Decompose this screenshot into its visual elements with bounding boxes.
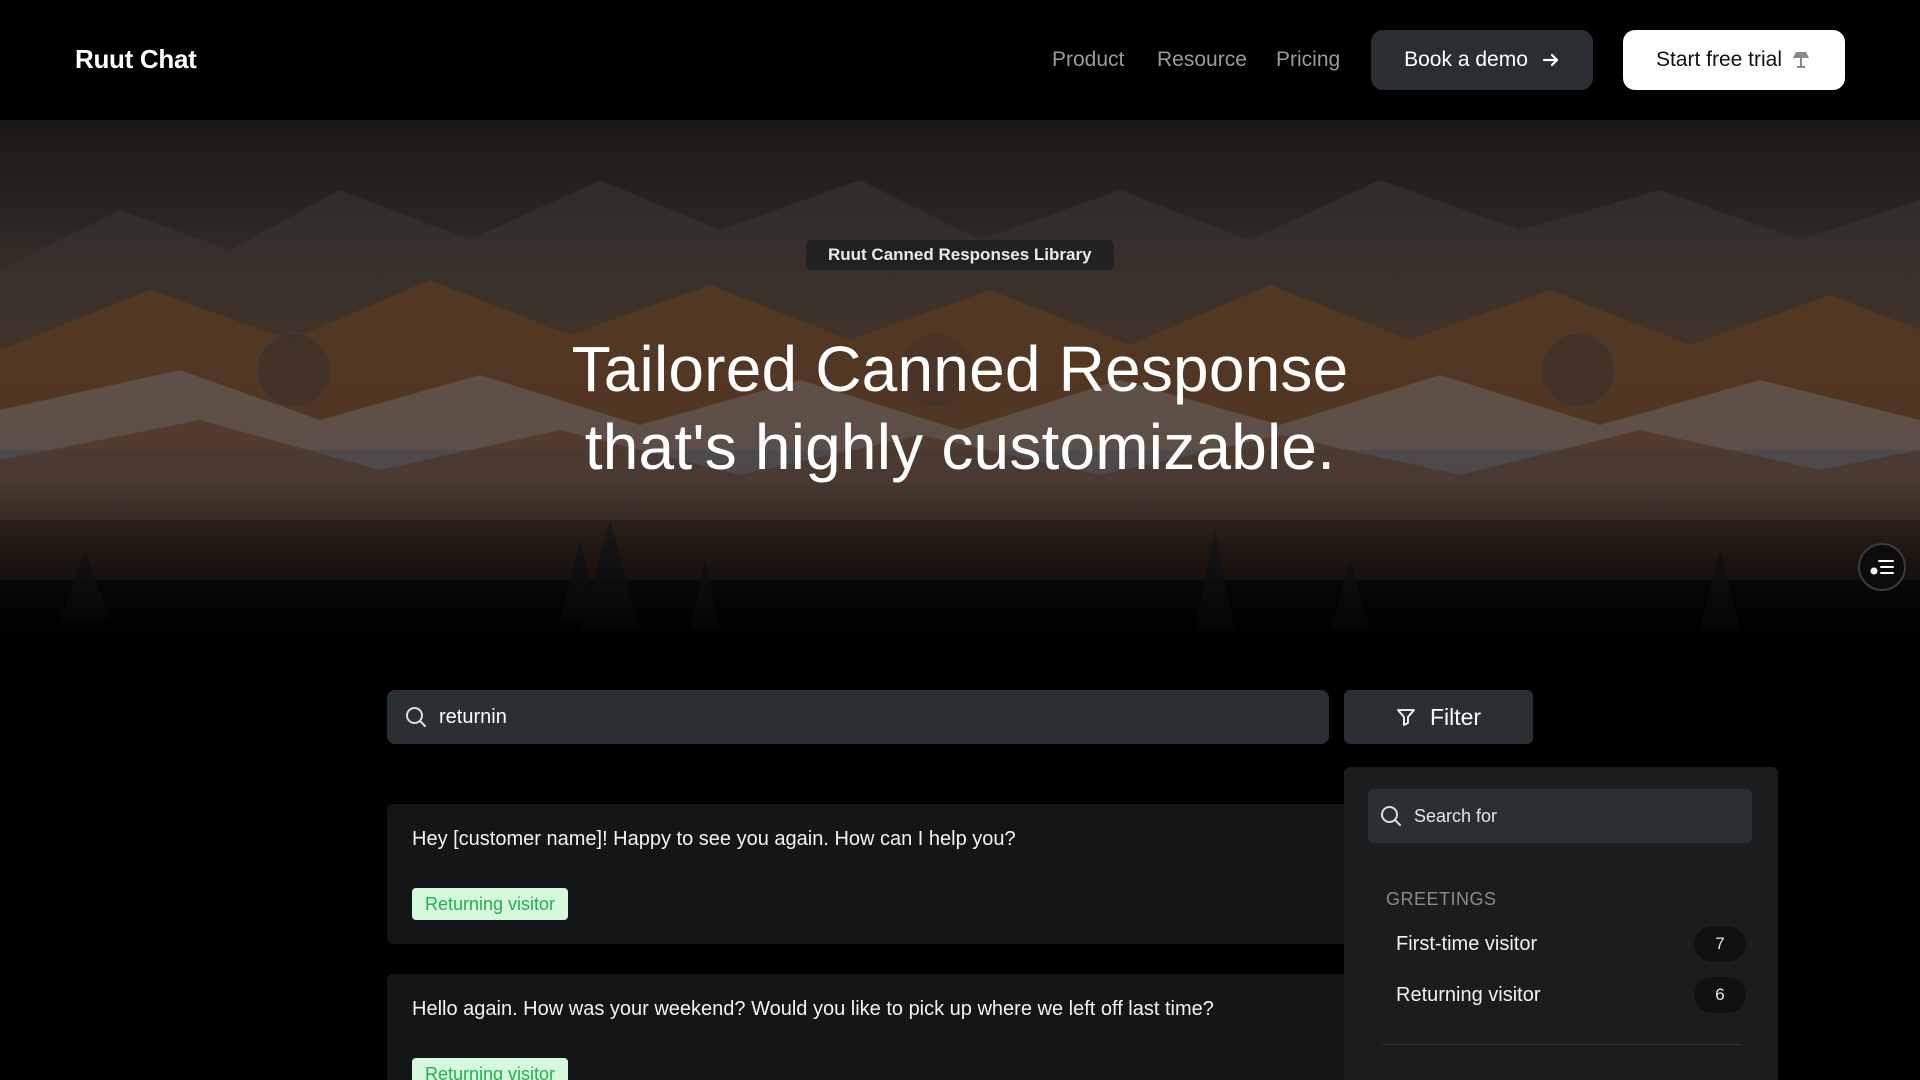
brand-logo[interactable]: Ruut Chat bbox=[75, 44, 197, 75]
arrow-right-icon bbox=[1542, 53, 1558, 67]
filter-option-first-time-visitor[interactable]: First-time visitor 7 bbox=[1396, 924, 1746, 964]
book-demo-button[interactable]: Book a demo bbox=[1371, 30, 1593, 90]
lamp-icon bbox=[1793, 52, 1810, 68]
nav-link-product[interactable]: Product bbox=[1052, 48, 1124, 72]
filter-search-bar[interactable] bbox=[1368, 789, 1752, 843]
response-search-input[interactable] bbox=[439, 705, 1299, 729]
hero-section: Ruut Canned Responses Library Tailored C… bbox=[0, 120, 1920, 660]
start-trial-label: Start free trial bbox=[1655, 48, 1783, 71]
filter-option-label: First-time visitor bbox=[1396, 932, 1538, 955]
filter-group-heading: GREETINGS bbox=[1386, 889, 1497, 909]
filter-option-label: Returning visitor bbox=[1396, 983, 1541, 1006]
book-demo-label: Book a demo bbox=[1404, 48, 1528, 71]
search-icon bbox=[1381, 806, 1401, 826]
start-trial-button[interactable]: Start free trial bbox=[1623, 30, 1845, 90]
response-search-bar[interactable] bbox=[387, 690, 1329, 744]
response-card[interactable]: Hello again. How was your weekend? Would… bbox=[387, 974, 1387, 1080]
filter-search-input[interactable] bbox=[1414, 805, 1734, 827]
hero-title-line1: Tailored Canned Response bbox=[571, 333, 1349, 405]
top-navbar: Ruut Chat Product Resource Pricing Book … bbox=[0, 0, 1920, 120]
filter-option-returning-visitor[interactable]: Returning visitor 6 bbox=[1396, 975, 1746, 1015]
filter-option-count: 6 bbox=[1694, 977, 1746, 1013]
filter-label: Filter bbox=[1429, 703, 1482, 730]
menu-toggle-icon bbox=[1870, 560, 1894, 575]
response-text: Hello again. How was your weekend? Would… bbox=[412, 998, 1214, 1020]
category-tag[interactable]: Returning visitor bbox=[412, 1058, 569, 1080]
panel-divider bbox=[1382, 1044, 1742, 1045]
hero-title-line2: that's highly customizable. bbox=[584, 411, 1336, 483]
floating-menu-button[interactable] bbox=[1858, 543, 1906, 591]
response-text: Hey [customer name]! Happy to see you ag… bbox=[412, 828, 1016, 850]
filter-panel: GREETINGS First-time visitor 7 Returning… bbox=[1344, 767, 1778, 1080]
filter-icon bbox=[1397, 709, 1415, 726]
category-tag[interactable]: Returning visitor bbox=[412, 888, 569, 920]
filter-button[interactable]: Filter bbox=[1344, 690, 1533, 744]
response-card[interactable]: Hey [customer name]! Happy to see you ag… bbox=[387, 804, 1387, 944]
filter-option-count: 7 bbox=[1694, 926, 1746, 962]
hero-title: Tailored Canned Response that's highly c… bbox=[0, 330, 1920, 486]
search-icon bbox=[406, 707, 426, 727]
library-badge: Ruut Canned Responses Library bbox=[806, 240, 1114, 270]
nav-link-resource[interactable]: Resource bbox=[1157, 48, 1247, 72]
nav-link-pricing[interactable]: Pricing bbox=[1276, 48, 1340, 72]
